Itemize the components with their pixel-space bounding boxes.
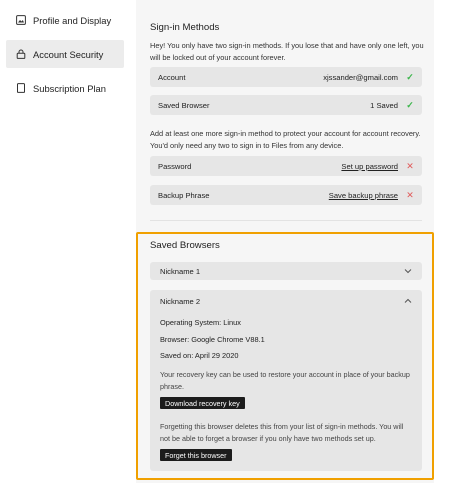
settings-sidebar: Profile and Display Account Security Sub… (0, 0, 128, 483)
sidebar-item-label: Profile and Display (33, 14, 112, 26)
profile-display-icon (16, 15, 26, 25)
forget-browser-button[interactable]: Forget this browser (160, 449, 232, 461)
download-recovery-key-button[interactable]: Download recovery key (160, 397, 245, 409)
set-up-password-link[interactable]: Set up password (341, 162, 398, 171)
lock-icon (16, 49, 26, 59)
chevron-up-icon[interactable] (404, 297, 412, 305)
browser-os: Operating System: Linux (160, 318, 241, 327)
method-value: xjssander@gmail.com (323, 72, 398, 82)
signin-method-password: Password Set up password ✕ (150, 156, 422, 176)
browser-nickname: Nickname 2 (160, 296, 201, 306)
check-icon: ✓ (406, 99, 414, 110)
account-security-panel: Sign-in Methods Hey! You only have two s… (136, 0, 434, 483)
saved-browser-nickname-1[interactable]: Nickname 1 (150, 262, 422, 280)
cross-icon: ✕ (406, 160, 414, 171)
sidebar-item-label: Account Security (33, 48, 104, 60)
cross-icon: ✕ (406, 189, 414, 200)
browser-name: Browser: Google Chrome V88.1 (160, 335, 265, 344)
browser-nickname: Nickname 1 (160, 266, 201, 276)
document-icon (16, 83, 26, 93)
chevron-down-icon[interactable] (404, 267, 412, 275)
sidebar-item-profile-display[interactable]: Profile and Display (6, 6, 124, 34)
method-label: Saved Browser (158, 100, 210, 110)
saved-browser-nickname-2: Nickname 2 Operating System: Linux Brows… (150, 290, 422, 471)
save-backup-phrase-link[interactable]: Save backup phrase (329, 191, 398, 200)
saved-browsers-title: Saved Browsers (150, 240, 220, 251)
sidebar-item-subscription-plan[interactable]: Subscription Plan (6, 74, 124, 102)
method-label: Backup Phrase (158, 190, 210, 200)
section-divider (150, 220, 422, 221)
method-label: Account (158, 72, 186, 82)
browser-saved-on: Saved on: April 29 2020 (160, 351, 239, 360)
signin-method-backup-phrase: Backup Phrase Save backup phrase ✕ (150, 185, 422, 205)
signin-warning-text: Hey! You only have two sign-in methods. … (150, 41, 424, 62)
sidebar-item-label: Subscription Plan (33, 82, 106, 94)
method-label: Password (158, 161, 192, 171)
signin-method-account: Account xjssander@gmail.com ✓ (150, 67, 422, 87)
forget-browser-text: Forgetting this browser deletes this fro… (160, 422, 404, 443)
check-icon: ✓ (406, 71, 414, 82)
signin-method-saved-browser: Saved Browser 1 Saved ✓ (150, 95, 422, 115)
recovery-key-text: Your recovery key can be used to restore… (160, 370, 410, 391)
sidebar-item-account-security[interactable]: Account Security (6, 40, 124, 68)
add-method-hint: Add at least one more sign-in method to … (150, 129, 421, 150)
expanded-header[interactable]: Nickname 2 (160, 295, 412, 307)
signin-methods-title: Sign-in Methods (150, 22, 220, 33)
method-value: 1 Saved (370, 100, 398, 110)
